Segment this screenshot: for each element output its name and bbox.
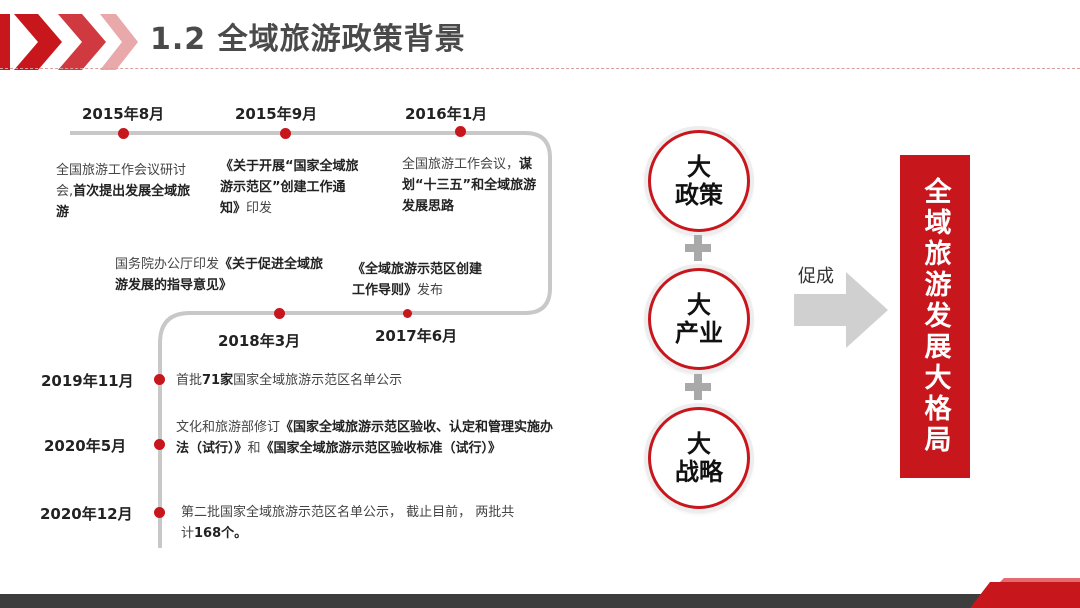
timeline-desc-2018-03: 国务院办公厅印发《关于促进全域旅游发展的指导意见》 <box>115 257 324 293</box>
timeline-dot <box>154 374 165 385</box>
timeline-desc-2015-08: 全国旅游工作会议研讨会,首次提出发展全域旅游 <box>56 163 191 220</box>
footer-bar <box>0 594 1080 608</box>
timeline-dot <box>274 308 285 319</box>
timeline-dot <box>118 128 129 139</box>
arrow-right-icon <box>794 272 888 348</box>
timeline-date-2016-01: 2016年1月 <box>405 105 488 123</box>
timeline-dot <box>154 439 165 450</box>
timeline-date-2017-06: 2017年6月 <box>375 327 458 345</box>
timeline-date-2015-09: 2015年9月 <box>235 105 318 123</box>
timeline-desc-2020-05: 文化和旅游部修订《国家全域旅游示范区验收、认定和管理实施办法（试行）》和《国家全… <box>176 420 554 456</box>
timeline-desc-2016-01: 全国旅游工作会议，谋划“十三五”和全域旅游发展思路 <box>402 157 537 214</box>
pillar-policy: 大政策 <box>648 130 750 232</box>
timeline-dot <box>403 309 412 318</box>
pillar-strategy: 大战略 <box>648 407 750 509</box>
timeline-desc-2020-12: 第二批国家全域旅游示范区名单公示， 截止目前， 两批共计168个。 <box>181 505 515 541</box>
timeline-desc-2017-06: 《全域旅游示范区创建工作导则》发布 <box>352 262 483 298</box>
timeline-date-2018-03: 2018年3月 <box>218 332 301 350</box>
timeline-dot <box>280 128 291 139</box>
footer-accent <box>970 578 1080 608</box>
result-box: 全域旅游发展大格局 <box>900 155 970 478</box>
timeline-date-2020-05: 2020年5月 <box>44 437 127 455</box>
timeline-dot <box>455 126 466 137</box>
timeline-date-2015-08: 2015年8月 <box>82 105 165 123</box>
result-text: 全域旅游发展大格局 <box>919 177 951 456</box>
pillar-industry: 大产业 <box>648 268 750 370</box>
timeline-date-2019-11: 2019年11月 <box>41 372 134 390</box>
plus-icon <box>685 374 711 400</box>
timeline-desc-2015-09: 《关于开展“国家全域旅游示范区”创建工作通知》印发 <box>220 159 359 216</box>
plus-icon <box>685 235 711 261</box>
timeline-date-2020-12: 2020年12月 <box>40 505 133 523</box>
timeline-dot <box>154 507 165 518</box>
timeline-desc-2019-11: 首批71家国家全域旅游示范区名单公示 <box>176 373 403 388</box>
